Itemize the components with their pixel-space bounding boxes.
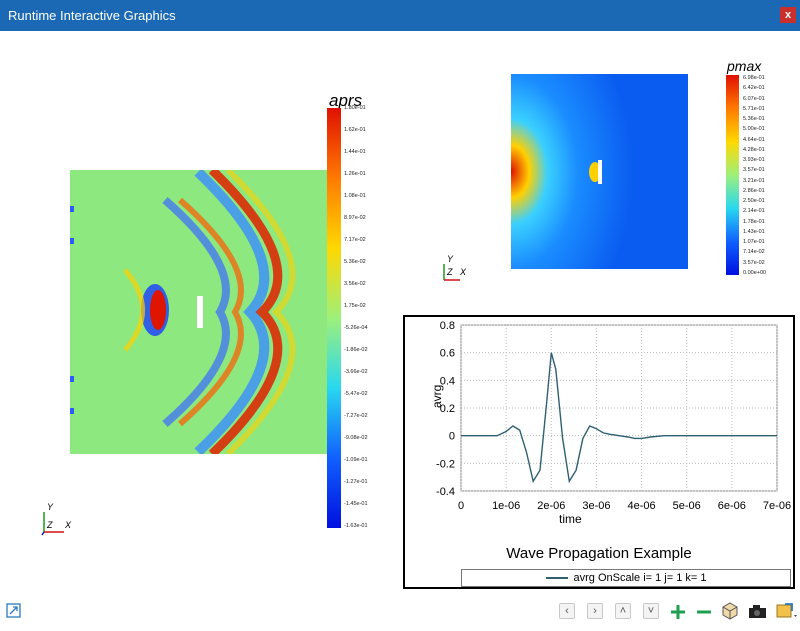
pmax-field-image: [511, 74, 688, 269]
pmax-tick-label: 5.36e-01: [743, 116, 765, 123]
window-title: Runtime Interactive Graphics: [8, 8, 176, 23]
aprs-tick-label: -1.45e-01: [344, 501, 368, 507]
plot-area: [460, 324, 778, 492]
pmax-tick-label: 2.14e-01: [743, 208, 765, 215]
pmax-tick-label: 1.78e-01: [743, 218, 765, 225]
y-tick-label: 0.8: [440, 320, 455, 332]
expand-icon[interactable]: [6, 603, 24, 621]
pmax-colorbar-title: pmax: [727, 58, 762, 74]
aprs-tick-label: 1.75e-02: [344, 303, 366, 309]
pmax-tick-label: 6.98e-01: [743, 75, 765, 81]
x-tick-label: 3e-06: [582, 500, 610, 512]
aprs-tick-label: 3.56e-02: [344, 281, 366, 287]
aprs-tick-label: -3.66e-02: [344, 369, 368, 375]
y-tick-label: -0.2: [436, 458, 455, 470]
zoom-in-icon[interactable]: [669, 603, 687, 621]
aprs-tick-label: 1.44e-01: [344, 149, 366, 155]
x-tick-label: 5e-06: [673, 500, 701, 512]
y-tick-label: 0: [449, 431, 455, 443]
line-plot-panel[interactable]: 0.8 0.6 0.4 0.2 0 -0.2 -0.4 0 1e-06 2e-06 3e-06 4e-…: [403, 315, 795, 589]
window-titlebar: Runtime Interactive Graphics x: [0, 0, 800, 31]
close-button[interactable]: x: [780, 7, 796, 23]
legend-entry: avrg OnScale i= 1 j= 1 k= 1: [573, 572, 707, 584]
y-tick-label: 0.6: [440, 348, 455, 360]
cube-icon[interactable]: [721, 602, 739, 620]
aprs-tick-label: 5.36e-02: [344, 259, 366, 265]
chart-legend: avrg OnScale i= 1 j= 1 k= 1: [461, 569, 791, 587]
pmax-tick-label: 6.42e-01: [743, 85, 765, 92]
zoom-out-icon[interactable]: [695, 603, 713, 621]
aprs-tick-label: 1.08e-01: [344, 193, 366, 199]
aprs-tick-label: -5.47e-02: [344, 391, 368, 397]
pmax-tick-label: 1.07e-01: [743, 239, 765, 246]
left-axis-x-label: X: [65, 520, 72, 530]
x-tick-label: 7e-06: [763, 500, 791, 512]
aprs-field-image: [70, 166, 327, 458]
pmax-tick-label: 5.71e-01: [743, 105, 765, 112]
x-tick-label: 0: [458, 500, 464, 512]
chart-title: Wave Propagation Example: [506, 545, 692, 562]
left-axes-triad: Y Z X: [40, 502, 80, 538]
aprs-tick-label: 8.97e-02: [344, 215, 366, 221]
aprs-tick-label: 7.17e-02: [344, 237, 366, 243]
line-chart: 0.80.60.40.20-0.2-0.40 1e-06 2e-06 3e-06 4e-…: [430, 320, 791, 526]
pmax-viewport[interactable]: [511, 74, 688, 269]
pmax-tick-label: 2.86e-01: [743, 187, 765, 194]
pmax-tick-label: 6.07e-01: [743, 95, 765, 102]
aprs-tick-label: -1.09e-01: [344, 457, 368, 463]
aprs-tick-label: 1.26e-01: [344, 171, 366, 177]
y-axis-label: avrg: [430, 385, 444, 408]
pmax-colorbar: [726, 75, 739, 275]
right-axis-z-label: Z: [447, 267, 453, 277]
aprs-tick-label: -1.27e-01: [344, 479, 368, 485]
aprs-tick-label: -7.27e-02: [344, 413, 368, 419]
left-axis-y-label: Y: [47, 502, 54, 512]
right-axis-x-label: X: [460, 267, 467, 277]
right-axes-triad: Y Z X: [440, 254, 474, 284]
x-axis-label: time: [559, 512, 582, 526]
pmax-tick-label: 0.00e+00: [743, 270, 767, 276]
x-tick-label: 6e-06: [718, 500, 746, 512]
aprs-tick-label: -9.08e-02: [344, 435, 368, 441]
aprs-tick-label: 1.80e-01: [344, 105, 366, 111]
pmax-tick-label: 4.64e-01: [743, 136, 765, 143]
y-tick-label: -0.4: [436, 486, 455, 498]
left-axis-z-label: Z: [47, 520, 53, 530]
aprs-viewport[interactable]: [70, 166, 327, 458]
aprs-tick-label: -1.63e-01: [344, 523, 368, 529]
x-tick-label: 2e-06: [537, 500, 565, 512]
aprs-colorbar: [327, 108, 341, 528]
aprs-tick-label: 1.62e-01: [344, 127, 366, 133]
chevron-up-icon[interactable]: ˄: [615, 603, 631, 619]
pmax-tick-label: 7.14e-02: [743, 249, 765, 256]
aprs-tick-label: -1.86e-02: [344, 347, 368, 353]
pmax-tick-label: 3.21e-01: [743, 177, 765, 184]
pmax-tick-label: 5.00e-01: [743, 126, 765, 133]
pmax-tick-label: 3.93e-01: [743, 157, 765, 164]
x-tick-label: 4e-06: [628, 500, 656, 512]
chevron-down-icon[interactable]: ˅: [643, 603, 659, 619]
x-tick-label: 1e-06: [492, 500, 520, 512]
aprs-tick-label: -5.26e-04: [344, 325, 368, 331]
export-icon[interactable]: [776, 601, 797, 619]
chevron-left-icon[interactable]: ‹: [559, 603, 575, 619]
chevron-right-icon[interactable]: ›: [587, 603, 603, 619]
pmax-tick-label: 3.57e-02: [743, 259, 765, 266]
pmax-tick-label: 2.50e-01: [743, 198, 765, 205]
pmax-tick-label: 1.43e-01: [743, 228, 765, 235]
legend-swatch: [545, 577, 568, 579]
pmax-tick-label: 4.28e-01: [743, 146, 765, 153]
camera-icon[interactable]: [748, 603, 766, 621]
pmax-tick-label: 3.57e-01: [743, 167, 765, 174]
right-axis-y-label: Y: [447, 254, 454, 264]
